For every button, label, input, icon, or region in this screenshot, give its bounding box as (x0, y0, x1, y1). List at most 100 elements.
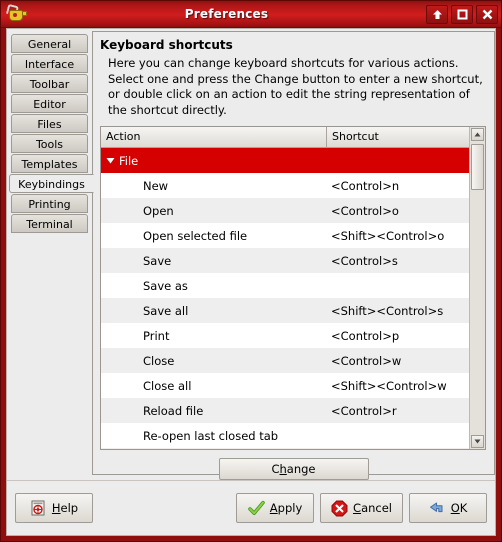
table-row[interactable]: Save <Control>s (101, 248, 469, 273)
shortcut-label: <Control>r (331, 403, 397, 418)
sidebar-item-keybindings[interactable]: Keybindings (9, 174, 94, 193)
scroll-down-icon (474, 439, 481, 444)
sidebar-item-templates[interactable]: Templates (11, 154, 88, 173)
sidebar-item-label: General (27, 38, 72, 51)
table-row[interactable]: Open selected file <Shift><Control>o (101, 223, 469, 248)
column-header-action[interactable]: Action (101, 127, 327, 148)
shortcut-label: <Shift><Control>o (331, 228, 445, 243)
shade-button[interactable] (426, 4, 448, 24)
shortcut-label: <Control>o (331, 203, 399, 218)
sidebar-item-label: Files (37, 118, 62, 131)
action-label: Re-open last closed tab (143, 428, 279, 443)
cell-action: Save (101, 254, 327, 268)
action-label: Print (143, 328, 170, 343)
cell-action: Print (101, 329, 327, 343)
sidebar-item-label: Toolbar (29, 78, 70, 91)
sidebar-item-label: Templates (21, 158, 78, 171)
close-button[interactable] (476, 4, 498, 24)
ok-button-label: OK (450, 501, 468, 515)
chevron-down-icon[interactable] (101, 156, 119, 165)
up-arrow-icon (432, 9, 442, 19)
action-label: Reload file (143, 403, 204, 418)
cancel-button-label: Cancel (353, 501, 392, 515)
change-button[interactable]: Ch ange (218, 458, 369, 480)
check-icon (247, 500, 265, 517)
page-title: Keyboard shortcuts (100, 38, 233, 52)
sidebar-item-label: Printing (28, 198, 71, 211)
action-label: Save (143, 253, 172, 268)
change-button-label-pre: C (271, 462, 280, 476)
help-button[interactable]: Help (15, 493, 93, 523)
apply-button-label: Apply (269, 501, 303, 515)
scrollbar-thumb[interactable] (471, 144, 484, 190)
preferences-tab-list: General Interface Toolbar Editor Files T… (7, 29, 94, 475)
maximize-icon (457, 9, 467, 19)
cell-action: Close all (101, 379, 327, 393)
action-label: Open selected file (143, 228, 248, 243)
change-button-row: Ch ange (100, 458, 487, 480)
sidebar-item-files[interactable]: Files (11, 114, 88, 133)
shortcut-label: <Shift><Control>s (331, 303, 444, 318)
ok-button[interactable]: OK (409, 493, 487, 523)
table-row[interactable]: Open <Control>o (101, 198, 469, 223)
geany-lamp-icon (5, 3, 27, 24)
action-label: Open (143, 203, 174, 218)
scroll-up-icon (474, 132, 481, 137)
cell-action: Close (101, 354, 327, 368)
sidebar-item-general[interactable]: General (11, 34, 88, 53)
table-row[interactable]: Reload file <Control>r (101, 398, 469, 423)
cell-action: Save all (101, 304, 327, 318)
cell-action: New (101, 179, 327, 193)
maximize-button[interactable] (451, 4, 473, 24)
table-row[interactable]: Re-open last closed tab (101, 423, 469, 448)
cell-action: Reload file (101, 404, 327, 418)
shortcut-label: <Control>p (331, 328, 400, 343)
sidebar-item-terminal[interactable]: Terminal (11, 214, 88, 233)
sidebar-item-toolbar[interactable]: Toolbar (11, 74, 88, 93)
sidebar-item-label: Keybindings (18, 178, 85, 191)
sidebar-item-label: Tools (35, 138, 64, 151)
sidebar-item-printing[interactable]: Printing (11, 194, 88, 213)
help-button-label: Help (51, 501, 79, 515)
table-row[interactable]: Save all <Shift><Control>s (101, 298, 469, 323)
sidebar-item-label: Terminal (26, 218, 73, 231)
shortcuts-tree-viewport: Action Shortcut File New <Control>n Open… (101, 127, 469, 449)
action-label: File (119, 153, 139, 168)
tree-rows: File New <Control>n Open <Control>o Open… (101, 148, 469, 449)
sidebar-item-interface[interactable]: Interface (11, 54, 88, 73)
sidebar-item-tools[interactable]: Tools (11, 134, 88, 153)
preferences-window: Preferences General Interface Toolbar Ed… (0, 0, 502, 542)
shortcut-label: <Control>s (331, 253, 398, 268)
table-row[interactable]: Close <Control>w (101, 348, 469, 373)
cell-action: Re-open last closed tab (101, 429, 327, 443)
cancel-button[interactable]: Cancel (320, 493, 403, 523)
keybindings-pane: Keyboard shortcuts Here you can change k… (92, 31, 495, 480)
shortcut-label: <Control>w (331, 353, 402, 368)
vertical-scrollbar[interactable] (469, 127, 485, 449)
table-row[interactable]: Print <Control>p (101, 323, 469, 348)
title-bar: Preferences (1, 1, 501, 28)
table-row[interactable]: Save as (101, 273, 469, 298)
cancel-octagon-icon (331, 500, 348, 517)
window-title: Preferences (184, 7, 269, 21)
dialog-action-area: Help Apply Cancel OK (7, 480, 495, 535)
column-header-shortcut[interactable]: Shortcut (327, 127, 469, 148)
table-row[interactable]: File (101, 148, 469, 173)
table-row[interactable]: Project (101, 448, 469, 449)
shortcut-label: <Shift><Control>w (331, 378, 447, 393)
ok-arrow-icon (429, 500, 446, 517)
cell-action: Open selected file (101, 229, 327, 243)
scroll-up-button[interactable] (471, 128, 484, 141)
action-label: New (143, 178, 169, 193)
sidebar-item-label: Editor (33, 98, 66, 111)
close-icon (482, 9, 492, 19)
scroll-down-button[interactable] (471, 435, 484, 448)
sidebar-item-editor[interactable]: Editor (11, 94, 88, 113)
table-row[interactable]: New <Control>n (101, 173, 469, 198)
table-row[interactable]: Close all <Shift><Control>w (101, 373, 469, 398)
apply-button[interactable]: Apply (236, 493, 315, 523)
sidebar-item-label: Interface (24, 58, 75, 71)
action-label: Save all (143, 303, 189, 318)
change-button-mnemonic: h (279, 462, 287, 476)
shortcuts-tree[interactable]: Action Shortcut File New <Control>n Open… (100, 126, 486, 450)
